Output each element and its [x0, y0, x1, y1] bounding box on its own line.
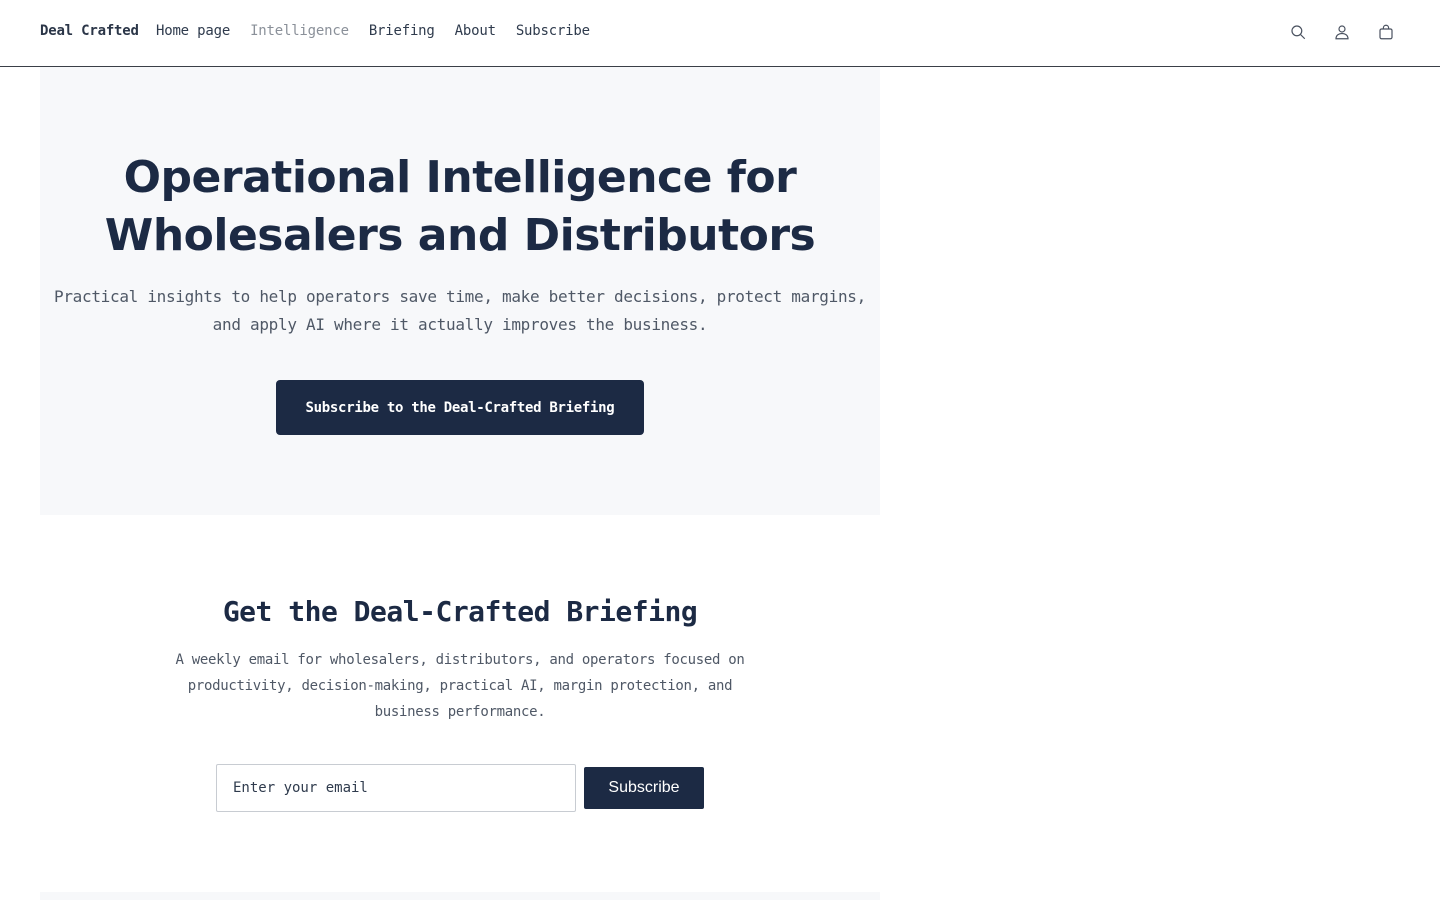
hero-section: Operational Intelligence for Wholesalers…	[40, 67, 880, 515]
subscribe-briefing-button[interactable]: Subscribe to the Deal-Crafted Briefing	[276, 380, 644, 435]
email-input[interactable]	[216, 764, 576, 812]
briefing-signup-section: Get the Deal-Crafted Briefing A weekly e…	[40, 515, 880, 892]
briefing-title: Get the Deal-Crafted Briefing	[222, 595, 698, 628]
briefing-description: A weekly email for wholesalers, distribu…	[170, 647, 750, 725]
nav-intelligence[interactable]: Intelligence	[250, 23, 349, 39]
site-header: Deal Crafted Home page Intelligence Brie…	[0, 0, 1440, 67]
nav-subscribe[interactable]: Subscribe	[516, 23, 590, 39]
account-icon[interactable]	[1332, 22, 1352, 42]
briefing-description-line: business performance.	[374, 704, 546, 720]
nav-home[interactable]: Home page	[156, 23, 230, 39]
hero-title-line: Operational Intelligence for	[123, 152, 797, 203]
hero-title: Operational Intelligence for Wholesalers…	[40, 149, 880, 265]
hero-subtitle: Practical insights to help operators sav…	[40, 283, 880, 339]
subscribe-button[interactable]: Subscribe	[584, 767, 704, 809]
brand-logo-link[interactable]: Deal Crafted	[40, 23, 139, 39]
cart-icon[interactable]	[1376, 22, 1396, 42]
hero-subtitle-line: Practical insights to help operators sav…	[54, 287, 866, 306]
hero-title-line: Wholesalers and Distributors	[104, 210, 816, 261]
briefing-description-line: productivity, decision-making, practical…	[187, 678, 733, 694]
briefing-description-line: A weekly email for wholesalers, distribu…	[175, 652, 745, 668]
header-icons	[1288, 22, 1396, 42]
next-section-band	[40, 892, 880, 900]
nav-about[interactable]: About	[455, 23, 496, 39]
hero-subtitle-line: and apply AI where it actually improves …	[212, 315, 708, 334]
search-icon[interactable]	[1288, 22, 1308, 42]
main-nav: Home page Intelligence Briefing About Su…	[156, 23, 590, 39]
nav-briefing[interactable]: Briefing	[369, 23, 435, 39]
